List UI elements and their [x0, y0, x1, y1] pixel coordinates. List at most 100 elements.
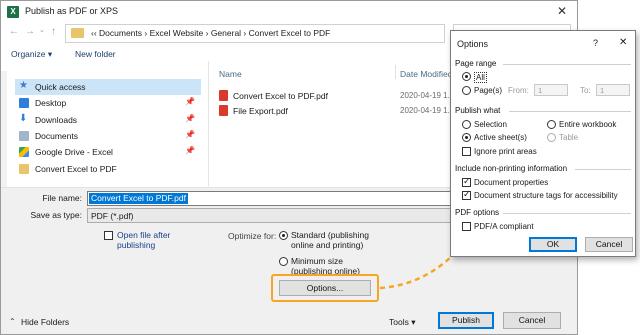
divider — [503, 64, 631, 65]
table-radio — [547, 133, 556, 142]
forward-arrow-icon[interactable]: → — [25, 26, 35, 37]
sidebar-item-documents[interactable]: Documents 📌 — [15, 128, 201, 144]
file-name-label: File name: — [42, 193, 82, 203]
options-dialog: Options ? ✕ Page range All Page(s) From:… — [450, 30, 636, 257]
selection-radio[interactable] — [462, 120, 471, 129]
standard-label-line: online and printing) — [291, 240, 364, 250]
checkmark-icon: ✓ — [463, 189, 471, 199]
from-spinner[interactable]: 1 — [534, 84, 568, 96]
open-after-checkbox[interactable] — [104, 231, 113, 240]
file-date: 2020-04-19 1... — [400, 91, 455, 100]
help-icon[interactable]: ? — [593, 38, 598, 48]
open-after-label-line: publishing — [117, 240, 156, 250]
sidebar-item-label: Convert Excel to PDF — [35, 164, 117, 174]
standard-label[interactable]: Standard (publishing online and printing… — [291, 230, 369, 250]
google-drive-icon — [19, 147, 29, 157]
up-arrow-icon[interactable]: ↑ — [51, 26, 56, 37]
to-label: To: — [580, 86, 591, 95]
document-properties-label[interactable]: Document properties — [474, 178, 548, 187]
document-properties-checkbox[interactable]: ✓ — [462, 176, 471, 187]
column-header-name[interactable]: Name — [219, 69, 242, 79]
open-after-label[interactable]: Open file after publishing — [117, 230, 170, 250]
file-name: File Export.pdf — [233, 106, 288, 116]
minimum-size-radio[interactable] — [279, 257, 288, 266]
ignore-print-areas-label[interactable]: Ignore print areas — [474, 147, 537, 156]
sidebar-item-quick-access[interactable]: ★ Quick access — [15, 79, 201, 95]
minimum-size-label[interactable]: Minimum size (publishing online) — [291, 256, 360, 276]
pane-splitter[interactable] — [208, 61, 209, 186]
structure-tags-checkbox[interactable]: ✓ — [462, 189, 471, 200]
column-header-date[interactable]: Date Modified — [400, 69, 452, 79]
star-icon: ★ — [19, 80, 28, 91]
divider — [503, 213, 631, 214]
selection-label[interactable]: Selection — [474, 120, 507, 129]
sidebar-item-label: Quick access — [35, 82, 86, 92]
structure-tags-label[interactable]: Document structure tags for accessibilit… — [474, 191, 618, 200]
sidebar-scrollbar[interactable] — [1, 71, 7, 191]
close-icon[interactable]: ✕ — [557, 4, 567, 18]
sidebar-item-label: Desktop — [35, 98, 67, 108]
all-radio[interactable] — [462, 72, 471, 81]
minimum-size-label-line: Minimum size — [291, 256, 343, 266]
new-folder-button[interactable]: New folder — [75, 49, 116, 59]
window-title: Publish as PDF or XPS — [25, 6, 119, 16]
file-row[interactable]: File Export.pdf — [219, 105, 288, 116]
pdfa-checkbox[interactable] — [462, 222, 471, 231]
back-arrow-icon[interactable]: ← — [9, 26, 19, 37]
chevron-up-icon[interactable]: ⌃ — [9, 317, 16, 326]
column-divider[interactable] — [395, 65, 396, 79]
breadcrumb[interactable]: ‹‹ Documents › Excel Website › General ›… — [91, 28, 330, 38]
active-sheets-radio[interactable] — [462, 133, 471, 142]
folder-icon — [71, 28, 84, 38]
pages-radio[interactable] — [462, 86, 471, 95]
to-spinner[interactable]: 1 — [596, 84, 630, 96]
pin-icon[interactable]: 📌 — [185, 130, 195, 139]
checkmark-icon: ✓ — [463, 176, 471, 186]
open-after-label-line: Open file after — [117, 230, 171, 240]
sidebar-item-desktop[interactable]: Desktop 📌 — [15, 95, 201, 111]
ok-button[interactable]: OK — [529, 237, 577, 252]
publish-button[interactable]: Publish — [438, 312, 494, 329]
standard-label-line: Standard (publishing — [291, 230, 369, 240]
standard-radio[interactable] — [279, 231, 288, 240]
pin-icon[interactable]: 📌 — [185, 146, 195, 155]
download-icon: ⬇ — [19, 113, 28, 124]
entire-workbook-radio[interactable] — [547, 120, 556, 129]
page-range-heading: Page range — [455, 59, 497, 68]
file-name-value[interactable]: Convert Excel to PDF.pdf — [89, 193, 188, 204]
close-icon[interactable]: ✕ — [619, 37, 627, 48]
pdf-file-icon — [219, 105, 228, 116]
options-cancel-button[interactable]: Cancel — [585, 237, 633, 252]
organize-button[interactable]: Organize ▾ — [11, 49, 52, 60]
options-button[interactable]: Options... — [279, 280, 371, 296]
pin-icon[interactable]: 📌 — [185, 114, 195, 123]
ignore-print-areas-checkbox[interactable] — [462, 147, 471, 156]
pdfa-label[interactable]: PDF/A compliant — [474, 222, 534, 231]
sidebar-item-convert-folder[interactable]: Convert Excel to PDF — [15, 161, 201, 177]
pdf-file-icon — [219, 90, 228, 101]
sidebar-item-google-drive[interactable]: Google Drive - Excel 📌 — [15, 144, 201, 160]
entire-workbook-label[interactable]: Entire workbook — [559, 120, 616, 129]
sidebar-item-downloads[interactable]: ⬇ Downloads 📌 — [15, 112, 201, 128]
from-label: From: — [508, 86, 529, 95]
all-label[interactable]: All — [474, 72, 487, 83]
folder-icon — [19, 164, 29, 174]
sidebar-item-label: Downloads — [35, 115, 78, 125]
file-row[interactable]: Convert Excel to PDF.pdf — [219, 90, 328, 101]
sidebar-item-label: Google Drive - Excel — [35, 147, 113, 157]
sidebar-item-label: Documents — [35, 131, 78, 141]
save-type-label: Save as type: — [30, 210, 82, 220]
options-title: Options — [457, 39, 489, 49]
pin-icon[interactable]: 📌 — [185, 97, 195, 106]
pages-label[interactable]: Page(s) — [474, 86, 502, 95]
divider — [575, 169, 631, 170]
recent-chevron-icon[interactable]: ⌄ — [39, 26, 45, 34]
active-sheets-label[interactable]: Active sheet(s) — [474, 133, 527, 142]
tools-button[interactable]: Tools ▾ — [389, 317, 415, 328]
cancel-button[interactable]: Cancel — [503, 312, 561, 329]
table-label: Table — [559, 133, 579, 142]
optimize-label: Optimize for: — [228, 231, 277, 241]
file-date: 2020-04-19 1... — [400, 106, 455, 115]
non-printing-heading: Include non-printing information — [455, 164, 568, 173]
hide-folders-button[interactable]: Hide Folders — [21, 317, 69, 327]
